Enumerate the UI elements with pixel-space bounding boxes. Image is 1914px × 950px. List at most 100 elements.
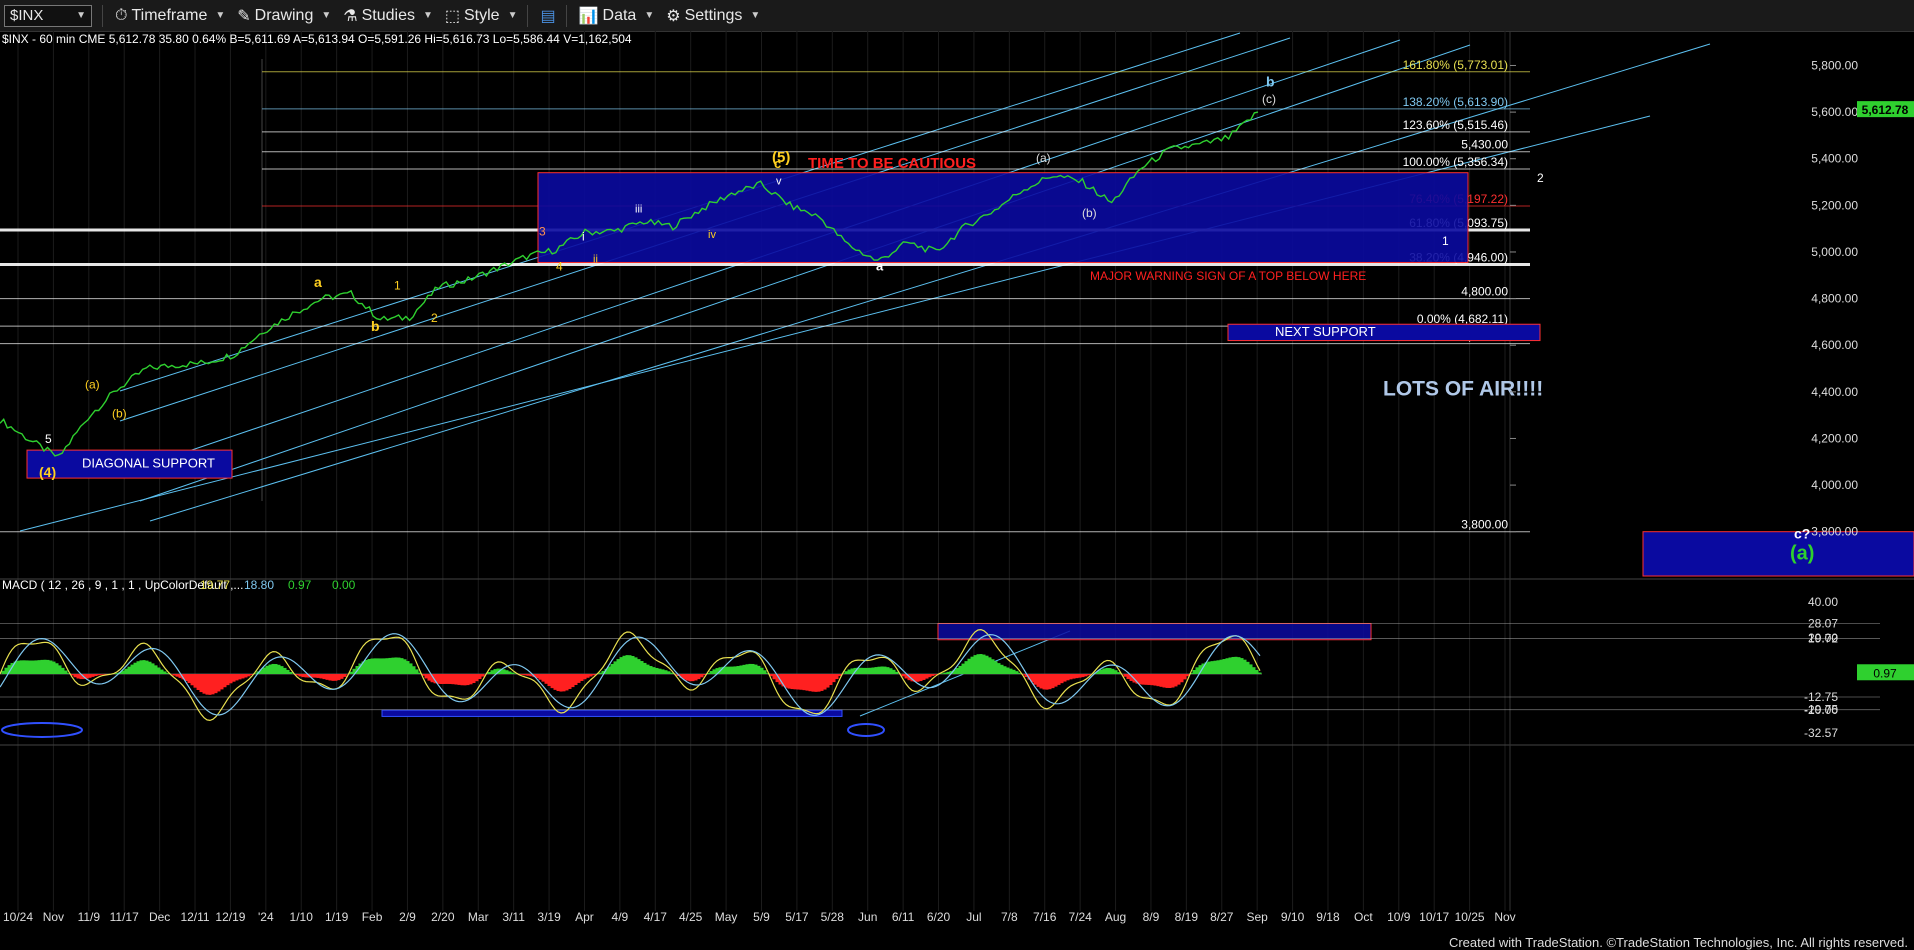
chevron-down-icon: ▼ [507, 10, 518, 21]
studies-button[interactable]: ⚗ Studies ▼ [343, 6, 433, 26]
x-tick-label: 3/19 [537, 910, 561, 924]
layout-icon: ▤ [540, 7, 556, 25]
x-tick-label: Jun [858, 910, 877, 924]
wave-label: c [774, 156, 781, 171]
x-tick-label: 8/19 [1175, 910, 1199, 924]
x-tick-label: 5/17 [785, 910, 809, 924]
symbol-value: $INX [10, 7, 44, 24]
wave-label: b [1266, 73, 1275, 89]
x-tick-label: Mar [468, 910, 489, 924]
timeframe-button[interactable]: ⏱ Timeframe ▼ [115, 7, 225, 25]
x-tick-label: 12/11 [180, 910, 209, 924]
chevron-down-icon: ▼ [422, 10, 433, 21]
wave-label: 1 [1442, 234, 1449, 248]
y-tick-label: 5,600.00 [1811, 105, 1858, 119]
last-price-label: 5,612.78 [1862, 103, 1909, 117]
x-tick-label: 5/9 [753, 910, 770, 924]
price-series [0, 111, 1259, 457]
y-tick-label: 5,800.00 [1811, 58, 1858, 72]
x-tick-label: Dec [149, 910, 170, 924]
x-tick-label: 4/25 [679, 910, 703, 924]
fib-level-label: 4,800.00 [1461, 285, 1508, 299]
target-wave-label: (a) [1790, 543, 1814, 565]
x-tick-label: 10/17 [1419, 910, 1449, 924]
y-tick-label: 5,200.00 [1811, 198, 1858, 212]
data-label: Data [602, 6, 637, 24]
macd-panel: 40.0028.0720.0019.720.97-12.75-19.75-20.… [0, 595, 1914, 740]
wave-label: (a) [85, 377, 100, 391]
drawing-button[interactable]: ✎ Drawing ▼ [237, 6, 331, 26]
wave-label: (a) [1036, 151, 1051, 165]
macd-y-tick-label: 28.07 [1808, 616, 1838, 630]
timeframe-label: Timeframe [131, 6, 208, 24]
macd-support-box [381, 709, 843, 717]
layout-button[interactable]: ▤ [540, 6, 555, 26]
x-tick-label: '24 [258, 910, 274, 924]
wave-label: (c) [1262, 92, 1276, 106]
macd-legend-value: 0.00 [332, 578, 356, 592]
wave-label: b [371, 318, 380, 334]
x-tick-label: Apr [575, 910, 594, 924]
x-tick-label: 9/10 [1281, 910, 1305, 924]
pencil-icon: ✎ [237, 7, 251, 25]
x-tick-label: 10/9 [1387, 910, 1411, 924]
x-tick-label: 4/17 [644, 910, 668, 924]
macd-resistance-box [937, 622, 1372, 641]
channel-line [149, 43, 1711, 522]
style-button[interactable]: ⬚ Style ▼ [445, 6, 518, 26]
x-tick-label: 11/9 [78, 910, 101, 924]
x-tick-label: 2/9 [399, 910, 416, 924]
y-tick-label: 5,400.00 [1811, 152, 1858, 166]
drawing-label: Drawing [254, 6, 314, 24]
data-button[interactable]: 📊 Data ▼ [579, 6, 655, 26]
y-tick-label: 4,000.00 [1811, 478, 1858, 492]
settings-button[interactable]: ⚙ Settings ▼ [666, 6, 760, 26]
fib-level-label: 161.80% (5,773.01) [1403, 58, 1508, 72]
chevron-down-icon: ▼ [76, 10, 86, 21]
footer-credit: Created with TradeStation. ©TradeStation… [1448, 935, 1908, 950]
macd-value-label: 0.97 [1873, 666, 1897, 680]
fib-level-label: 123.60% (5,515.46) [1403, 118, 1508, 132]
wave-label: i [582, 229, 585, 243]
macd-y-tick-label: 19.72 [1808, 631, 1838, 645]
x-tick-label: May [715, 910, 738, 924]
macd-y-tick-label: -20.00 [1804, 703, 1838, 717]
fib-level-label: 138.20% (5,613.90) [1403, 95, 1508, 109]
x-tick-label: Feb [362, 910, 383, 924]
x-tick-label: 10/25 [1455, 910, 1485, 924]
y-tick-label: 3,800.00 [1811, 525, 1858, 539]
price-chart[interactable]: 161.80% (5,773.01) 138.20% (5,613.90) 123.… [0, 31, 1914, 934]
style-label: Style [464, 6, 500, 24]
x-tick-label: Jul [966, 910, 981, 924]
wave-label: (b) [112, 406, 127, 420]
macd-legend: 19.77 18.80 0.97 0.00 [200, 578, 356, 592]
wave-label: 2 [431, 311, 438, 325]
x-tick-label: 12/19 [215, 910, 245, 924]
target-zone-box [1642, 531, 1914, 577]
macd-y-tick-label: -32.57 [1804, 726, 1838, 740]
wave-labels: TIME TO BE CAUTIOUS MAJOR WARNING SIGN OF… [39, 73, 1814, 564]
wave-label: 3 [539, 225, 546, 239]
caution-zone-box [537, 172, 1469, 263]
flask-icon: ⚗ [343, 7, 358, 25]
toolbar: $INX ▼ ⏱ Timeframe ▼ ✎ Drawing ▼ ⚗ Studi… [0, 0, 1914, 32]
x-tick-label: Nov [43, 910, 64, 924]
symbol-input[interactable]: $INX ▼ [4, 4, 92, 27]
wave-label: c? [1794, 526, 1810, 542]
chevron-down-icon: ▼ [215, 10, 226, 21]
x-tick-label: 5/28 [821, 910, 845, 924]
chevron-down-icon: ▼ [321, 10, 332, 21]
macd-oversold-ellipse [847, 722, 885, 737]
chevron-down-icon: ▼ [750, 10, 761, 21]
warning-annotation: MAJOR WARNING SIGN OF A TOP BELOW HERE [1090, 269, 1366, 283]
y-tick-label: 4,200.00 [1811, 431, 1858, 445]
y-tick-label: 4,600.00 [1811, 338, 1858, 352]
x-tick-label: 9/18 [1316, 910, 1340, 924]
wave-label: 2 [1537, 171, 1544, 185]
wave-label: v [776, 175, 782, 187]
wave-label: ii [593, 253, 598, 265]
macd-oversold-ellipse [1, 721, 83, 738]
bar-chart-icon: 📊 [578, 7, 599, 25]
x-tick-label: 7/16 [1033, 910, 1057, 924]
toolbar-divider [565, 4, 567, 27]
